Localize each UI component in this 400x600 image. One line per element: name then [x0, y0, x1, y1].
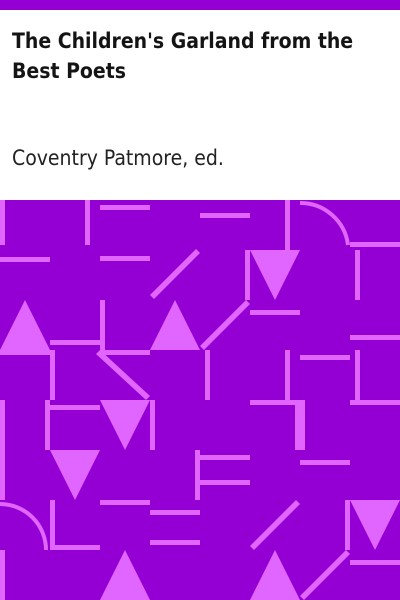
book-author: Coventry Patmore, ed.: [12, 146, 224, 170]
book-title: The Children's Garland from the Best Poe…: [12, 29, 354, 83]
decorative-pattern: [0, 200, 400, 600]
book-cover: The Children's Garland from the Best Poe…: [0, 0, 400, 600]
top-color-band: [0, 0, 400, 10]
